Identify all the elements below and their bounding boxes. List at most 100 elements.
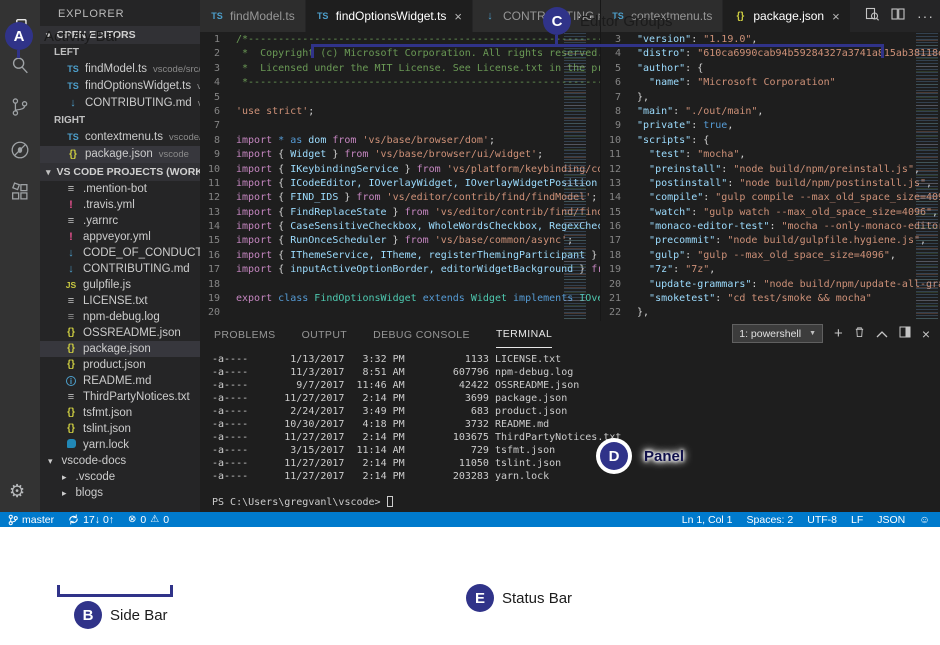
minimap[interactable] (564, 33, 586, 321)
encoding-status[interactable]: UTF-8 (807, 514, 837, 526)
tree-item[interactable]: ↓CONTRIBUTING.md (40, 261, 200, 277)
code-line: 9import { Widget } from 'vs/base/browser… (200, 148, 600, 162)
search-icon[interactable] (8, 53, 32, 77)
code-line: 18 "gulp": "gulp --max_old_space_size=40… (601, 249, 940, 263)
tree-item[interactable]: yarn.lock (40, 437, 200, 453)
tree-item[interactable]: ≡.yarnrc (40, 213, 200, 229)
panel-tab-output[interactable]: OUTPUT (302, 321, 348, 348)
indentation-status[interactable]: Spaces: 2 (747, 514, 794, 526)
language-mode-status[interactable]: JSON (877, 514, 905, 526)
workspace-header[interactable]: ▾ VS CODE PROJECTS (WORKSPACE) (40, 163, 200, 181)
extensions-icon[interactable] (8, 180, 32, 204)
line-number: 12 (200, 191, 236, 205)
open-editor-item[interactable]: TSfindModel.tsvscode/src/vs/... (40, 61, 200, 78)
file-name: tslint.json (83, 421, 131, 437)
feedback-smiley-icon[interactable]: ☺ (919, 514, 930, 526)
debug-icon[interactable] (8, 138, 32, 162)
editor-1-code[interactable]: 1/*-------------------------------------… (200, 33, 600, 321)
code-line: 17import { inputActiveOptionBorder, edit… (200, 263, 600, 277)
code-line: 20 "update-grammars": "node build/npm/up… (601, 278, 940, 292)
json-file-icon: {} (64, 325, 78, 341)
panel-tab-terminal[interactable]: TERMINAL (496, 321, 552, 348)
problems-status[interactable]: ⊗ 0 ⚠ 0 (128, 514, 169, 526)
editor-tab[interactable]: TSfindOptionsWidget.ts× (306, 0, 473, 32)
maximize-panel-icon[interactable] (876, 325, 888, 343)
tree-item[interactable]: {}tsfmt.json (40, 405, 200, 421)
tree-item[interactable]: !.travis.yml (40, 197, 200, 213)
kill-terminal-icon[interactable] (854, 325, 865, 343)
source-control-icon[interactable] (8, 95, 32, 119)
tree-item[interactable]: JSgulpfile.js (40, 277, 200, 293)
tree-folder[interactable]: ▾vscode-docs (40, 453, 200, 469)
tree-item[interactable]: ≡LICENSE.txt (40, 293, 200, 309)
terminal-output[interactable]: -a---- 1/13/2017 3:32 PM 1133 LICENSE.tx… (212, 353, 621, 483)
annotation-d-label: Panel (644, 448, 684, 465)
sidebar-title: EXPLORER (40, 0, 200, 26)
editor-tab[interactable]: {} package.json × (723, 0, 850, 32)
chevron-down-icon: ▼ (809, 330, 816, 337)
code-text: "private": true, (637, 119, 733, 133)
close-panel-icon[interactable]: × (922, 327, 930, 341)
line-number: 8 (200, 134, 236, 148)
line-number: 21 (601, 292, 637, 306)
code-text: import { Widget } from 'vs/base/browser/… (236, 148, 543, 162)
tab-label: package.json (753, 9, 824, 23)
panel-tab-debug-console[interactable]: DEBUG CONSOLE (373, 321, 470, 348)
open-editor-item[interactable]: TSfindOptionsWidget.tsvsco... (40, 78, 200, 95)
tree-item[interactable]: {}product.json (40, 357, 200, 373)
tree-item[interactable]: !appveyor.yml (40, 229, 200, 245)
tree-item[interactable]: ≡ThirdPartyNotices.txt (40, 389, 200, 405)
open-editor-item[interactable]: TScontextmenu.tsvscode/src/... (40, 129, 200, 146)
tree-item[interactable]: {} OSSREADME.json (40, 325, 200, 341)
panel-tab-problems[interactable]: PROBLEMS (214, 321, 276, 348)
close-tab-icon[interactable]: × (832, 9, 840, 24)
tree-item[interactable]: {}tslint.json (40, 421, 200, 437)
tree-item[interactable]: {}package.json (40, 341, 200, 357)
line-number: 9 (601, 119, 637, 133)
code-line: 5 (200, 91, 600, 105)
line-number: 20 (200, 306, 236, 320)
panel-layout-icon[interactable] (899, 325, 911, 343)
ts-file-icon: TS (316, 11, 330, 21)
line-number: 6 (601, 76, 637, 90)
code-text: "main": "./out/main", (637, 105, 763, 119)
code-line: 18 (200, 278, 600, 292)
line-number: 19 (200, 292, 236, 306)
file-name: .yarnrc (83, 213, 118, 229)
file-name: OSSREADME.json (83, 325, 181, 341)
file-name: .travis.yml (83, 197, 135, 213)
git-branch-status[interactable]: master (8, 514, 54, 526)
code-text: "test": "mocha", (637, 148, 745, 162)
list-file-icon: ≡ (64, 389, 78, 405)
cursor-position-status[interactable]: Ln 1, Col 1 (682, 514, 733, 526)
open-editor-item[interactable]: {}package.jsonvscode (40, 146, 200, 163)
json-file-icon: {} (733, 11, 747, 22)
json-file-icon: {} (66, 146, 80, 163)
code-text: "preinstall": "node build/npm/preinstall… (637, 163, 920, 177)
line-number: 10 (601, 134, 637, 148)
minimap[interactable] (916, 33, 938, 321)
sync-status[interactable]: 17↓ 0↑ (68, 514, 114, 526)
code-text: "distro": "610ca6990cab94b59284327a3741a… (637, 47, 940, 61)
new-terminal-icon[interactable]: + (834, 326, 843, 341)
editor-2-code[interactable]: 3"version": "1.19.0",4"distro": "610ca69… (601, 33, 940, 321)
eol-status[interactable]: LF (851, 514, 863, 526)
file-path-description: vscode/src/vs/... (153, 61, 200, 78)
open-editor-item[interactable]: ↓CONTRIBUTING.mdvscode (40, 95, 200, 112)
close-tab-icon[interactable]: × (454, 9, 462, 24)
tree-item[interactable]: ≡.mention-bot (40, 181, 200, 197)
tree-folder[interactable]: ▸blogs (40, 485, 200, 501)
open-preview-icon[interactable] (865, 7, 879, 26)
settings-gear-icon[interactable]: ⚙ (9, 482, 25, 500)
split-editor-icon[interactable] (891, 7, 905, 26)
chevron-right-icon: ▸ (62, 485, 67, 501)
tree-folder[interactable]: ▸.vscode (40, 469, 200, 485)
editor-tab[interactable]: TSfindModel.ts (200, 0, 306, 32)
tree-item[interactable]: ↓CODE_OF_CONDUCT.md (40, 245, 200, 261)
terminal-picker-dropdown[interactable]: 1: powershell ▼ (732, 324, 823, 343)
tree-item[interactable]: iREADME.md (40, 373, 200, 389)
tree-item[interactable]: ≡npm-debug.log (40, 309, 200, 325)
terminal-prompt[interactable]: PS C:\Users\gregvanl\vscode> (212, 496, 393, 508)
code-line: 7}, (601, 91, 940, 105)
more-actions-icon[interactable]: ··· (917, 8, 934, 24)
